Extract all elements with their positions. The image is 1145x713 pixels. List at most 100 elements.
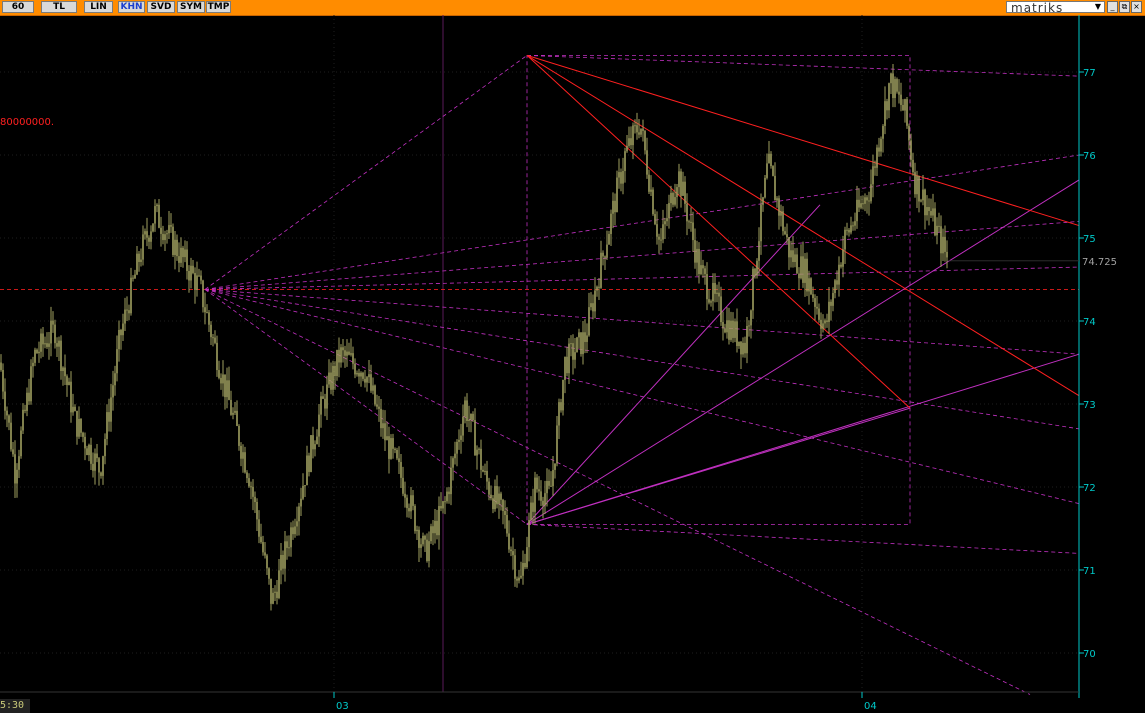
candle (354, 363, 356, 375)
candle (224, 374, 226, 398)
candle (346, 351, 348, 356)
candle (226, 380, 228, 398)
candle (562, 379, 564, 411)
candle (714, 282, 716, 294)
svd-button[interactable]: SVD (147, 1, 175, 13)
close-button[interactable]: × (1131, 1, 1142, 13)
y-tick-label: 77 (1083, 68, 1096, 79)
candle (832, 293, 834, 306)
candle (806, 258, 808, 292)
candle (344, 350, 346, 356)
candle (214, 337, 216, 343)
candle (312, 435, 314, 450)
y-tick-label: 70 (1083, 649, 1096, 660)
candle (788, 237, 790, 258)
tmp-button[interactable]: TMP (206, 1, 231, 13)
candle (126, 309, 128, 311)
x-tick-label: 03 (336, 701, 349, 712)
candle (794, 254, 796, 263)
candle (306, 455, 308, 486)
candle (766, 163, 768, 178)
candle (176, 239, 178, 257)
candle (892, 73, 894, 99)
candle (366, 377, 368, 383)
candle (520, 575, 522, 578)
candle (70, 381, 72, 413)
fan-line (204, 289, 1080, 430)
candle (858, 199, 860, 208)
fan-line (526, 523, 1080, 554)
candle (146, 231, 148, 238)
candle (798, 273, 800, 279)
khn-button[interactable]: KHN (118, 1, 145, 13)
candle (82, 432, 84, 437)
time-label: 5:30 (0, 699, 30, 713)
candle (880, 138, 882, 152)
candle (868, 200, 870, 202)
candle (252, 486, 254, 497)
candle (718, 292, 720, 297)
tl-button[interactable]: TL (41, 1, 77, 13)
candle (754, 268, 756, 276)
candle (316, 436, 318, 445)
candle (664, 221, 666, 225)
candle (610, 213, 612, 234)
brand-selector[interactable]: matriks ▼ (1006, 1, 1105, 15)
candle (862, 203, 864, 205)
minimize-button[interactable]: _ (1107, 1, 1118, 13)
candle (576, 337, 578, 353)
candle (908, 125, 910, 141)
candle (280, 554, 282, 571)
candle (514, 555, 516, 579)
candle (234, 410, 236, 413)
candle (534, 477, 536, 512)
candle (350, 353, 352, 355)
candle (130, 277, 132, 314)
candle (750, 310, 752, 326)
candle (128, 310, 130, 314)
toolbar: 60 TL LIN KHN SVD SYM TMP matriks ▼ _ ⧉ … (0, 0, 1145, 16)
candle (566, 356, 568, 374)
candle (588, 307, 590, 336)
candle (874, 166, 876, 168)
candle (236, 410, 238, 426)
sym-button[interactable]: SYM (177, 1, 205, 13)
candle (624, 151, 626, 172)
candle (444, 501, 446, 503)
candle (666, 218, 668, 222)
lin-button[interactable]: LIN (84, 1, 113, 13)
candle (434, 520, 436, 534)
candle (698, 248, 700, 275)
candle (600, 252, 602, 288)
candle (336, 349, 338, 376)
candle (936, 225, 938, 236)
candle (478, 448, 480, 450)
period-button[interactable]: 60 (2, 1, 34, 13)
candle (706, 274, 708, 300)
candle (544, 493, 546, 506)
candle (152, 223, 154, 232)
candle (938, 225, 940, 227)
candle (116, 349, 118, 374)
candle (726, 320, 728, 333)
candle (652, 189, 654, 215)
candle (20, 430, 22, 457)
candle (440, 506, 442, 509)
candle (570, 343, 572, 345)
restore-button[interactable]: ⧉ (1119, 1, 1130, 13)
candle (106, 412, 108, 439)
candle (910, 140, 912, 160)
candle (98, 458, 100, 473)
candle (168, 225, 170, 234)
candle (640, 128, 642, 135)
candle (818, 308, 820, 320)
candle (810, 278, 812, 295)
candle (572, 343, 574, 360)
candle (156, 204, 158, 207)
price-chart[interactable]: 70 71 72 73 74 75 76 77 74.725 03 04 80000000. (0, 15, 1145, 713)
candle (44, 343, 46, 345)
candle (12, 449, 14, 455)
candle (390, 438, 392, 459)
candle (56, 343, 58, 347)
candle (272, 592, 274, 604)
